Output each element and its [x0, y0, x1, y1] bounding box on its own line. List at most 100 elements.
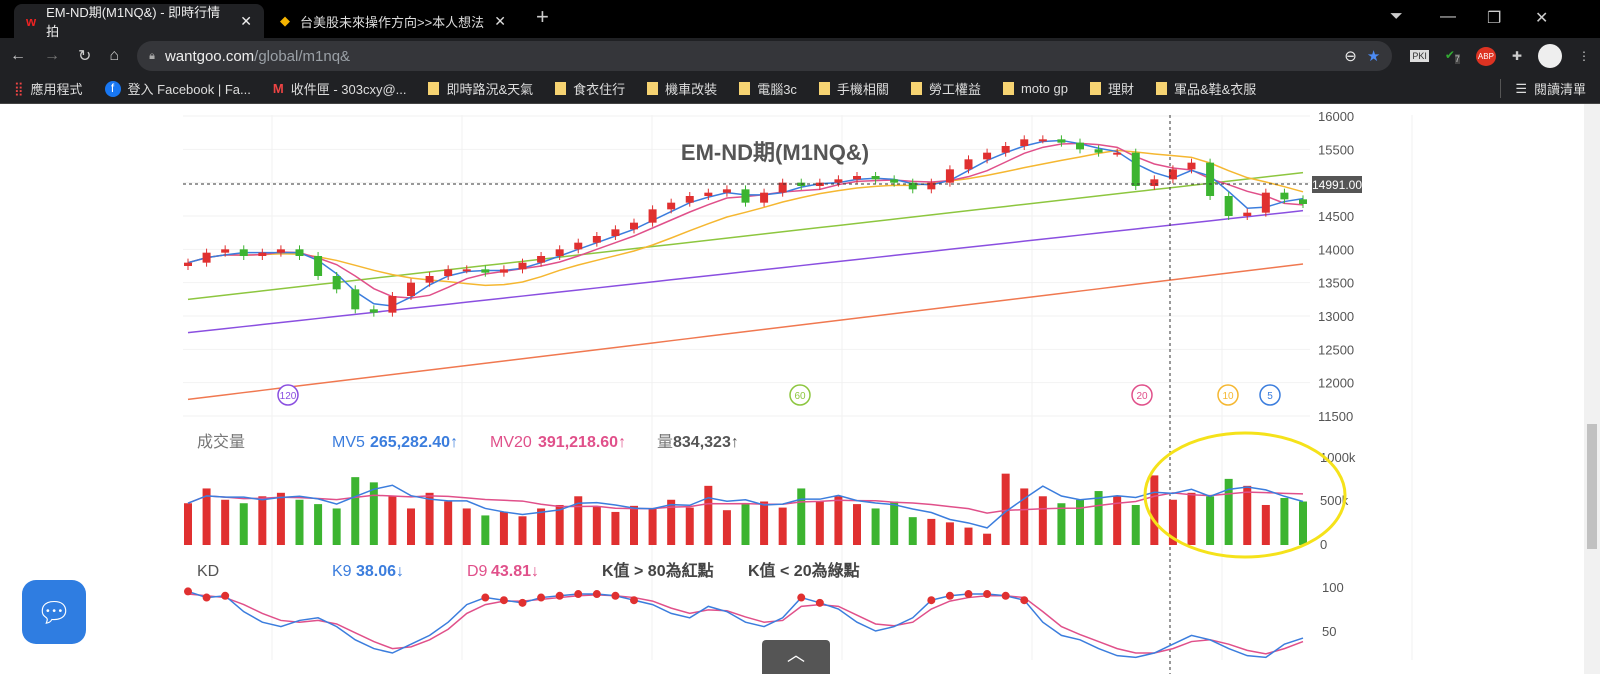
reload-icon[interactable]: ↻	[78, 46, 91, 66]
kd-red-dot	[630, 596, 638, 605]
kd-red-dot	[202, 593, 211, 602]
wantgoo-favicon-icon: w	[26, 13, 37, 29]
volume-bar	[407, 508, 415, 545]
volume-bar	[332, 508, 341, 545]
restore-icon[interactable]: ❐	[1487, 8, 1501, 28]
k-line	[187, 590, 1304, 659]
candle-body	[295, 249, 304, 256]
gmail-icon: M	[272, 81, 284, 96]
tab-forum[interactable]: ◆ 台美股未來操作方向>>本人想法 ✕	[268, 4, 518, 38]
volume-bar	[741, 503, 750, 545]
address-bar[interactable]: 🔒︎ wantgoo.com/global/m1nq& ⊖ ★	[137, 41, 1393, 71]
kd-red-dot	[555, 591, 564, 600]
kd-red-dot	[518, 598, 527, 607]
candle-body	[314, 256, 323, 276]
bookmark-label: 即時路況&天氣	[446, 82, 534, 97]
bookmark-folder[interactable]: 機車改裝	[647, 79, 717, 98]
profile-menu-icon[interactable]: ⏷	[1390, 8, 1403, 26]
kd-note-green: K值 < 20為綠點	[748, 561, 860, 580]
bookmark-folder[interactable]: 手機相關	[818, 79, 889, 98]
scrollbar-thumb[interactable]	[1587, 424, 1597, 549]
minimize-icon[interactable]: —	[1440, 8, 1456, 26]
candle-body	[667, 202, 676, 210]
bookmark-star-icon[interactable]: ★	[1367, 47, 1380, 65]
bookmark-label: 應用程式	[30, 82, 83, 97]
shield-extension-icon[interactable]: ✔7	[1445, 48, 1460, 65]
candle-body	[444, 269, 453, 276]
kd-note-red: K值 > 80為紅點	[602, 561, 714, 580]
price-tick: 14000	[1318, 242, 1354, 257]
d-value: 43.81↓	[491, 563, 539, 580]
candle-body	[1131, 152, 1140, 186]
volume-bar	[685, 507, 694, 545]
extensions-puzzle-icon[interactable]: ✚	[1512, 49, 1522, 63]
adblock-icon[interactable]: ABP	[1475, 46, 1496, 66]
bookmark-gmail[interactable]: M 收件匣 - 303cxy@...	[273, 79, 407, 98]
bookmark-folder[interactable]: 勞工權益	[910, 79, 981, 98]
volume-bar	[648, 508, 657, 545]
candle-body	[388, 296, 397, 313]
bookmark-apps[interactable]: ⣿ 應用程式	[14, 79, 83, 98]
new-tab-icon[interactable]: +	[536, 4, 549, 30]
bookmark-folder[interactable]: 電腦3c	[739, 79, 797, 98]
bookmark-label: 電腦3c	[757, 82, 797, 97]
close-window-icon[interactable]: ✕	[1535, 8, 1548, 28]
candle-body	[1187, 162, 1196, 170]
bookmark-folder[interactable]: 即時路況&天氣	[428, 79, 533, 98]
folder-icon	[739, 82, 751, 95]
candle-body	[184, 262, 192, 266]
close-tab-icon[interactable]: ✕	[494, 13, 506, 30]
candle-body	[760, 192, 769, 203]
reading-list-label: 閱讀清單	[1533, 82, 1586, 97]
bookmark-folder[interactable]: moto gp	[1002, 81, 1068, 96]
candle-body	[592, 236, 601, 243]
candle-body	[1243, 212, 1252, 216]
bookmark-folder[interactable]: 食衣住行	[555, 79, 625, 98]
back-icon[interactable]: ←	[10, 47, 26, 65]
smartpki-extension-icon[interactable]: PKI	[1410, 50, 1429, 62]
volume-bar	[369, 482, 378, 545]
ma-marker-label: 60	[794, 391, 806, 402]
volume-bar	[518, 516, 527, 545]
volume-tick: 0	[1320, 537, 1327, 552]
volume-label: 成交量	[197, 433, 245, 451]
volume-bar	[611, 511, 620, 545]
close-tab-icon[interactable]: ✕	[240, 13, 252, 30]
home-icon[interactable]: ⌂	[109, 47, 119, 65]
chat-button[interactable]: 💬︎	[22, 580, 86, 644]
volume-bar	[834, 496, 843, 545]
mv20-label: MV20	[490, 434, 532, 451]
volume-bar	[444, 501, 453, 545]
kd-label: KD	[197, 563, 219, 580]
page-scrollbar[interactable]	[1584, 104, 1600, 674]
scroll-top-button[interactable]: ︿	[762, 640, 830, 674]
candle-body	[1076, 142, 1084, 150]
stock-chart[interactable]: 1600015500150001450014000135001300012500…	[0, 104, 1584, 674]
candle-body	[834, 179, 843, 183]
bookmark-folder[interactable]: 理財	[1089, 79, 1134, 98]
zoom-icon[interactable]: ⊖	[1344, 47, 1357, 65]
tab-wantgoo[interactable]: w EM-ND期(M1NQ&) - 即時行情拍 ✕	[14, 4, 264, 39]
volume-bar	[388, 496, 397, 545]
candle-body	[537, 256, 546, 263]
volume-bar	[462, 508, 471, 545]
candle-body	[407, 282, 415, 296]
volume-bar	[276, 492, 285, 545]
candle-body	[1280, 192, 1289, 200]
menu-kebab-icon[interactable]: ⋮	[1578, 49, 1590, 63]
volume-bar	[239, 503, 248, 545]
volume-bar	[537, 508, 546, 545]
volume-bar	[1094, 491, 1103, 545]
kd-tick: 100	[1322, 580, 1344, 595]
kd-red-dot	[611, 591, 620, 600]
price-tick: 12000	[1318, 376, 1354, 391]
bookmark-folder[interactable]: 軍品&鞋&衣服	[1155, 79, 1256, 98]
candle-body	[685, 196, 694, 203]
bookmark-facebook[interactable]: f 登入 Facebook | Fa...	[104, 79, 251, 98]
forward-icon[interactable]: →	[44, 47, 60, 65]
reading-list-button[interactable]: ☰ 閱讀清單	[1500, 79, 1586, 98]
avatar[interactable]	[1538, 44, 1562, 68]
candle-body	[945, 169, 954, 183]
ma120-line	[187, 209, 1304, 334]
volume-bar	[295, 499, 304, 545]
